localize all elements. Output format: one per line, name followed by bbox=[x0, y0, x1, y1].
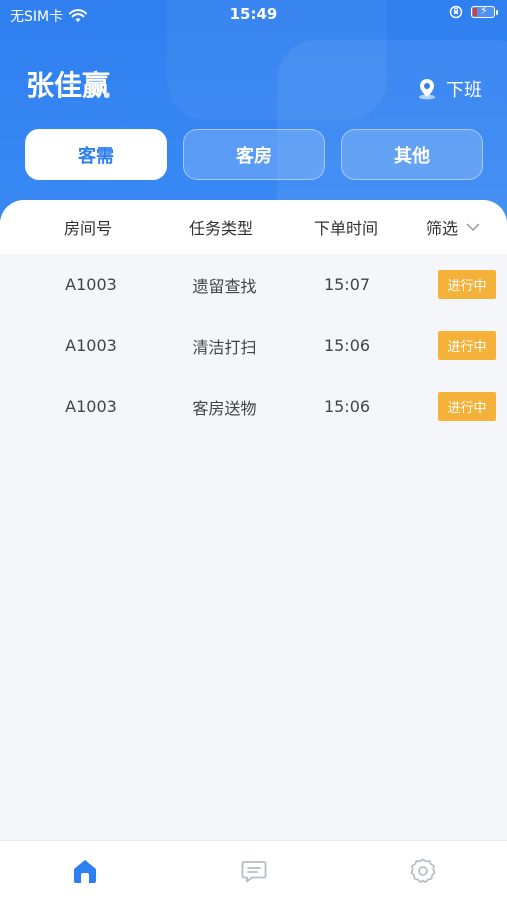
tab-customer-needs[interactable]: 客需 bbox=[25, 129, 167, 180]
order-time: 15:06 bbox=[323, 397, 371, 416]
category-tabs: 客需 客房 其他 bbox=[25, 129, 483, 180]
filter-button[interactable]: 筛选 bbox=[426, 215, 507, 239]
nav-settings[interactable] bbox=[393, 841, 453, 900]
message-icon bbox=[241, 860, 266, 882]
status-right: ⚡ bbox=[449, 4, 498, 19]
task-type: 客房送物 bbox=[192, 398, 257, 418]
table-row[interactable]: A1003 清洁打扫 15:06 进行中 bbox=[0, 315, 507, 376]
user-name: 张佳赢 bbox=[26, 69, 111, 102]
room-number: A1003 bbox=[65, 275, 117, 294]
status-badge: 进行中 bbox=[438, 392, 496, 421]
order-time: 15:07 bbox=[323, 275, 371, 294]
task-type: 遗留查找 bbox=[192, 276, 257, 296]
room-number: A1003 bbox=[65, 397, 117, 416]
task-panel: 房间号 任务类型 下单时间 筛选 A1003 遗留查找 15:07 进行中 A1… bbox=[0, 200, 507, 840]
nav-messages[interactable] bbox=[224, 841, 284, 900]
tab-guest-room[interactable]: 客房 bbox=[183, 129, 325, 180]
table-header: 房间号 任务类型 下单时间 筛选 bbox=[0, 200, 507, 254]
orientation-lock-icon bbox=[449, 5, 463, 19]
status-time: 15:49 bbox=[229, 5, 278, 23]
bottom-nav bbox=[0, 840, 507, 900]
home-icon bbox=[73, 859, 96, 883]
order-time: 15:06 bbox=[323, 336, 371, 355]
chevron-down-icon bbox=[466, 223, 480, 231]
task-type: 清洁打扫 bbox=[192, 337, 257, 357]
status-badge: 进行中 bbox=[438, 331, 496, 360]
location-pin-icon bbox=[419, 79, 435, 100]
room-number: A1003 bbox=[65, 336, 117, 355]
status-badge: 进行中 bbox=[438, 270, 496, 299]
tab-other[interactable]: 其他 bbox=[341, 129, 483, 180]
offduty-button[interactable]: 下班 bbox=[416, 76, 482, 102]
column-order-time: 下单时间 bbox=[313, 219, 378, 238]
table-row[interactable]: A1003 客房送物 15:06 进行中 bbox=[0, 376, 507, 437]
offduty-label: 下班 bbox=[446, 80, 482, 101]
settings-icon bbox=[410, 858, 435, 883]
column-room: 房间号 bbox=[63, 219, 112, 238]
battery-icon: ⚡ bbox=[471, 4, 498, 18]
filter-label: 筛选 bbox=[426, 219, 459, 238]
table-row[interactable]: A1003 遗留查找 15:07 进行中 bbox=[0, 254, 507, 315]
column-task-type: 任务类型 bbox=[188, 219, 253, 238]
status-bar: 无SIM卡 15:49 ⚡ bbox=[0, 0, 507, 30]
nav-home[interactable] bbox=[55, 841, 115, 900]
